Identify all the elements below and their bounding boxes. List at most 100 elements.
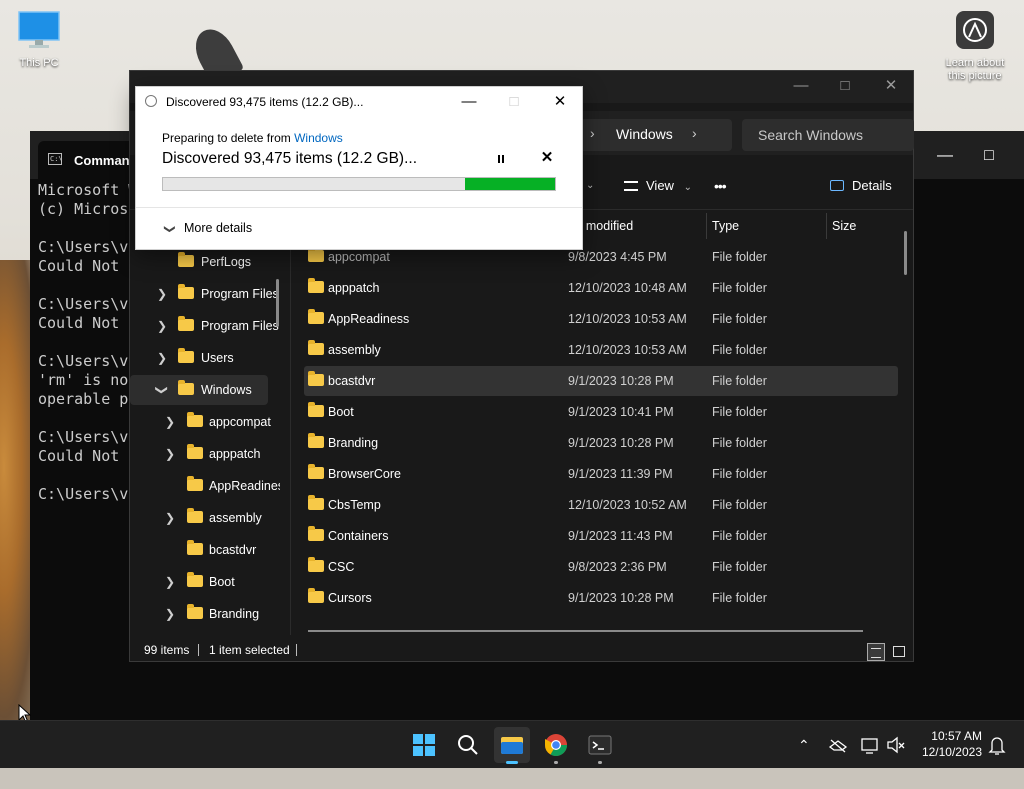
address-bar[interactable]: › Windows › — [580, 119, 732, 151]
nav-item-assembly[interactable]: ❯ assembly — [130, 503, 280, 533]
file-row-selected[interactable]: bcastdvr 9/1/2023 10:28 PM File folder — [304, 366, 898, 396]
file-row[interactable]: AppReadiness 12/10/2023 10:53 AM File fo… — [304, 304, 898, 334]
file-row[interactable]: assembly 12/10/2023 10:53 AM File folder — [304, 335, 898, 365]
nav-item-perflogs[interactable]: PerfLogs — [130, 247, 280, 277]
notifications-button[interactable] — [988, 721, 1006, 789]
nav-item-bcastdvr[interactable]: bcastdvr — [130, 535, 280, 565]
file-date: 12/10/2023 10:53 AM — [568, 343, 687, 357]
nav-scrollbar[interactable] — [276, 279, 279, 327]
file-row[interactable]: CSC 9/8/2023 2:36 PM File folder — [304, 552, 898, 582]
learn-about-picture-icon[interactable]: Learn about this picture — [938, 10, 1012, 83]
file-date: 9/1/2023 11:43 PM — [568, 529, 673, 543]
network-offline-icon — [828, 739, 848, 753]
list-vertical-scrollbar[interactable] — [904, 231, 907, 275]
column-divider[interactable] — [706, 213, 707, 239]
dialog-minimize-button[interactable]: — — [446, 87, 492, 117]
pause-icon — [502, 155, 504, 163]
details-view-button[interactable] — [867, 643, 885, 661]
chevron-down-icon[interactable]: ❯ — [147, 384, 177, 396]
active-indicator — [506, 761, 518, 764]
running-indicator — [598, 761, 602, 764]
item-count: 99 items — [144, 643, 190, 657]
explorer-minimize-button[interactable]: — — [778, 71, 824, 101]
progress-bar-fill — [464, 178, 555, 190]
this-pc-desktop-icon[interactable]: This PC — [10, 10, 68, 70]
file-type: File folder — [712, 281, 767, 295]
source-folder-link[interactable]: Windows — [294, 131, 343, 145]
folder-icon — [308, 433, 324, 448]
monitor-tray-icon — [861, 738, 878, 754]
cancel-delete-button[interactable]: ✕ — [539, 149, 555, 167]
file-row[interactable]: BrowserCore 9/1/2023 11:39 PM File folde… — [304, 459, 898, 489]
list-horizontal-scrollbar[interactable] — [308, 630, 863, 632]
cmd-maximize-button[interactable]: □ — [966, 141, 1012, 171]
large-icons-view-button[interactable] — [890, 643, 908, 661]
details-pane-button[interactable]: Details — [830, 171, 892, 201]
chevron-right-icon[interactable]: ❯ — [164, 503, 176, 533]
nav-item-users[interactable]: ❯ Users — [130, 343, 280, 373]
nav-item-appreadiness[interactable]: AppReadiness — [130, 471, 280, 501]
learn-about-picture-label: Learn about this picture — [945, 57, 1005, 82]
folder-icon — [308, 588, 324, 603]
cmd-minimize-button[interactable]: — — [922, 141, 968, 171]
start-button[interactable] — [406, 727, 442, 763]
terminal-taskbar-button[interactable] — [582, 727, 618, 764]
chevron-right-icon[interactable]: ❯ — [164, 567, 176, 597]
file-name: Containers — [328, 529, 389, 543]
search-input[interactable]: Search Windows — [742, 119, 914, 151]
nav-item-windows[interactable]: ❯ Windows — [130, 375, 268, 405]
chevron-right-icon[interactable]: ❯ — [156, 311, 168, 341]
chrome-taskbar-button[interactable] — [538, 727, 574, 764]
file-row[interactable]: Containers 9/1/2023 11:43 PM File folder — [304, 521, 898, 551]
file-row[interactable]: Cursors 9/1/2023 10:28 PM File folder — [304, 583, 898, 613]
volume-icon[interactable] — [886, 721, 906, 789]
dialog-close-button[interactable]: ✕ — [537, 87, 583, 117]
file-row[interactable]: apppatch 12/10/2023 10:48 AM File folder — [304, 273, 898, 303]
display-icon[interactable] — [860, 721, 880, 789]
file-row[interactable]: Branding 9/1/2023 10:28 PM File folder — [304, 428, 898, 458]
folder-icon — [308, 340, 324, 355]
view-button[interactable]: View ⌄ — [624, 171, 692, 201]
file-row[interactable]: CbsTemp 12/10/2023 10:52 AM File folder — [304, 490, 898, 520]
more-details-toggle[interactable]: ❯ More details — [164, 221, 253, 235]
sort-dropdown-chevron[interactable]: ⌄ — [586, 171, 594, 201]
file-type: File folder — [712, 560, 767, 574]
pause-button[interactable] — [494, 151, 510, 167]
nav-item-label: Windows — [201, 383, 252, 397]
nav-item-label: Users — [201, 351, 234, 365]
chevron-right-icon[interactable]: ❯ — [164, 599, 176, 629]
network-icon[interactable] — [828, 721, 848, 789]
file-row[interactable]: Boot 9/1/2023 10:41 PM File folder — [304, 397, 898, 427]
file-date: 12/10/2023 10:48 AM — [568, 281, 687, 295]
chevron-right-icon[interactable]: ❯ — [156, 279, 168, 309]
nav-item-appcompat[interactable]: ❯ appcompat — [130, 407, 280, 437]
chevron-right-icon[interactable]: ❯ — [164, 439, 176, 469]
column-header-type[interactable]: Type — [712, 211, 739, 241]
nav-item-label: PerfLogs — [201, 255, 252, 269]
nav-item-program-files[interactable]: ❯ Program Files — [130, 279, 280, 309]
folder-icon — [308, 402, 324, 417]
show-hidden-icons-button[interactable]: ⌃ — [798, 721, 810, 769]
breadcrumb-windows[interactable]: Windows — [616, 126, 673, 142]
nav-item-label: Program Files (x86) — [201, 319, 280, 333]
clock-area[interactable]: 10:57 AM 12/10/2023 — [914, 728, 982, 760]
search-button[interactable] — [450, 727, 486, 763]
file-date: 9/8/2023 2:36 PM — [568, 560, 667, 574]
nav-item-apppatch[interactable]: ❯ apppatch — [130, 439, 280, 469]
nav-item-boot[interactable]: ❯ Boot — [130, 567, 280, 597]
explorer-close-button[interactable]: ✕ — [868, 71, 914, 101]
file-explorer-taskbar-button[interactable] — [494, 727, 530, 764]
clock-time: 10:57 AM — [931, 729, 982, 743]
column-divider[interactable] — [826, 213, 827, 239]
column-header-size[interactable]: Size — [832, 211, 856, 241]
nav-item-program-files-x86[interactable]: ❯ Program Files (x86) — [130, 311, 280, 341]
monitor-icon — [18, 11, 60, 48]
more-options-button[interactable]: ••• — [714, 171, 727, 201]
chevron-right-icon[interactable]: ❯ — [156, 343, 168, 373]
folder-icon — [308, 371, 324, 386]
file-type: File folder — [712, 374, 767, 388]
chevron-right-icon[interactable]: ❯ — [164, 407, 176, 437]
nav-item-branding[interactable]: ❯ Branding — [130, 599, 280, 629]
cmd-output[interactable]: Microsoft W (c) Micros C:\Users\vi Could… — [38, 181, 137, 504]
explorer-maximize-button[interactable]: □ — [822, 71, 868, 101]
